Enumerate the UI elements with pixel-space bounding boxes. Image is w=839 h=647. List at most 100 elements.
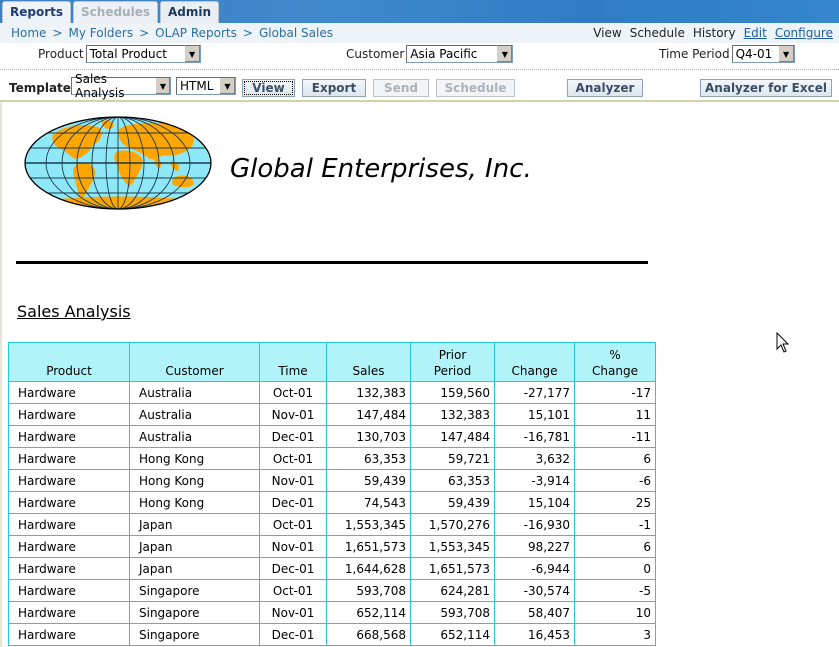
chevron-down-icon[interactable]: ▼: [777, 46, 794, 62]
table-row: Hardware Hong Kong Oct-01 63,353 59,721 3,632…: [8, 447, 656, 470]
divider: [0, 69, 839, 70]
cell-pct-change: 0: [574, 557, 656, 580]
action-view[interactable]: View: [593, 26, 621, 40]
cell-prior-period: 159,560: [410, 381, 495, 404]
cell-product: Hardware: [8, 491, 130, 514]
col-header-pct-change-text: % Change: [592, 348, 638, 378]
cell-customer: Australia: [129, 403, 260, 426]
product-param: Product Total Product ▼: [38, 45, 201, 63]
table-body: Hardware Australia Oct-01 132,383 159,560 -27…: [8, 381, 656, 646]
customer-label: Customer: [346, 47, 405, 61]
main-tabs: Reports Schedules Admin: [2, 1, 220, 23]
col-header-pct-change: % Change: [574, 342, 656, 382]
analyzer-for-excel-button[interactable]: Analyzer for Excel: [700, 79, 832, 97]
template-label: Template: [9, 81, 71, 95]
cell-prior-period: 1,570,276: [410, 513, 495, 536]
cell-customer: Singapore: [129, 623, 260, 646]
cell-sales: 130,703: [326, 425, 411, 448]
breadcrumb-home[interactable]: Home: [11, 26, 46, 40]
cell-change: -6,944: [494, 557, 575, 580]
cell-time: Dec-01: [259, 491, 327, 514]
table-row: Hardware Japan Oct-01 1,553,345 1,570,276 -16…: [8, 513, 656, 536]
action-edit-link[interactable]: Edit: [744, 26, 767, 40]
globe-icon: [24, 116, 212, 210]
action-configure-link[interactable]: Configure: [775, 26, 833, 40]
cell-time: Dec-01: [259, 425, 327, 448]
cell-pct-change: 10: [574, 601, 656, 624]
cell-product: Hardware: [8, 403, 130, 426]
cell-change: -3,914: [494, 469, 575, 492]
table-row: Hardware Singapore Nov-01 652,114 593,708 58,…: [8, 601, 656, 624]
breadcrumb-global-sales[interactable]: Global Sales: [259, 26, 333, 40]
report-actions: View Schedule History Edit Configure: [585, 26, 833, 40]
cell-time: Oct-01: [259, 579, 327, 602]
cell-pct-change: 11: [574, 403, 656, 426]
cell-prior-period: 59,439: [410, 491, 495, 514]
cell-change: -16,781: [494, 425, 575, 448]
breadcrumb-separator: >: [52, 26, 63, 40]
report-content: Global Enterprises, Inc. Sales Analysis …: [0, 102, 839, 647]
send-button[interactable]: Send: [373, 79, 429, 97]
cell-customer: Japan: [129, 513, 260, 536]
cell-prior-period: 1,553,345: [410, 535, 495, 558]
sales-table: Product Customer Time Sales Prior Period …: [8, 342, 656, 646]
analyzer-button[interactable]: Analyzer: [567, 79, 643, 97]
chevron-down-icon[interactable]: ▼: [219, 78, 235, 94]
breadcrumb-separator: >: [242, 26, 253, 40]
cell-customer: Hong Kong: [129, 447, 260, 470]
cell-sales: 1,644,628: [326, 557, 411, 580]
cell-sales: 593,708: [326, 579, 411, 602]
tab-admin[interactable]: Admin: [159, 1, 220, 23]
cell-change: -30,574: [494, 579, 575, 602]
format-select[interactable]: HTML ▼: [176, 77, 236, 95]
cell-change: -27,177: [494, 381, 575, 404]
cell-product: Hardware: [8, 381, 130, 404]
chevron-down-icon[interactable]: ▼: [183, 46, 200, 62]
col-header-product: Product: [8, 342, 130, 382]
customer-select[interactable]: Asia Pacific ▼: [406, 45, 514, 63]
table-row: Hardware Japan Nov-01 1,651,573 1,553,345 98,…: [8, 535, 656, 558]
header-rule: [16, 261, 648, 264]
breadcrumb-my-folders[interactable]: My Folders: [69, 26, 134, 40]
time-period-param: Time Period Q4-01 ▼: [659, 45, 795, 63]
cell-product: Hardware: [8, 425, 130, 448]
table-row: Hardware Hong Kong Nov-01 59,439 63,353 -3,91…: [8, 469, 656, 492]
cell-pct-change: -17: [574, 381, 656, 404]
cell-sales: 1,651,573: [326, 535, 411, 558]
cell-customer: Singapore: [129, 601, 260, 624]
template-select-value: Sales Analysis: [75, 72, 125, 100]
tab-schedules[interactable]: Schedules: [73, 1, 158, 23]
view-button[interactable]: View: [242, 79, 295, 97]
cell-product: Hardware: [8, 579, 130, 602]
chevron-down-icon[interactable]: ▼: [154, 78, 170, 94]
chevron-down-icon[interactable]: ▼: [496, 46, 513, 62]
time-period-select[interactable]: Q4-01 ▼: [731, 45, 795, 63]
cell-product: Hardware: [8, 447, 130, 470]
cell-change: 15,101: [494, 403, 575, 426]
cell-pct-change: 6: [574, 535, 656, 558]
cell-sales: 147,484: [326, 403, 411, 426]
template-select[interactable]: Sales Analysis ▼: [71, 72, 171, 100]
breadcrumb-olap-reports[interactable]: OLAP Reports: [155, 26, 237, 40]
cell-product: Hardware: [8, 557, 130, 580]
cell-pct-change: 3: [574, 623, 656, 646]
breadcrumb: Home > My Folders > OLAP Reports > Global Sale…: [11, 26, 333, 40]
cell-change: -16,930: [494, 513, 575, 536]
cell-time: Oct-01: [259, 513, 327, 536]
cell-sales: 132,383: [326, 381, 411, 404]
product-select[interactable]: Total Product ▼: [85, 45, 201, 63]
cell-change: 98,227: [494, 535, 575, 558]
export-button[interactable]: Export: [302, 79, 366, 97]
schedule-button[interactable]: Schedule: [436, 79, 515, 97]
customer-select-value: Asia Pacific: [410, 47, 478, 61]
action-history[interactable]: History: [693, 26, 736, 40]
table-row: Hardware Singapore Oct-01 593,708 624,281 -30…: [8, 579, 656, 602]
action-schedule[interactable]: Schedule: [630, 26, 685, 40]
tab-reports[interactable]: Reports: [2, 1, 72, 23]
cell-prior-period: 652,114: [410, 623, 495, 646]
table-row: Hardware Japan Dec-01 1,644,628 1,651,573 -6,…: [8, 557, 656, 580]
col-header-prior-period: Prior Period: [410, 342, 495, 382]
cell-customer: Singapore: [129, 579, 260, 602]
cell-time: Nov-01: [259, 535, 327, 558]
col-header-customer: Customer: [129, 342, 260, 382]
